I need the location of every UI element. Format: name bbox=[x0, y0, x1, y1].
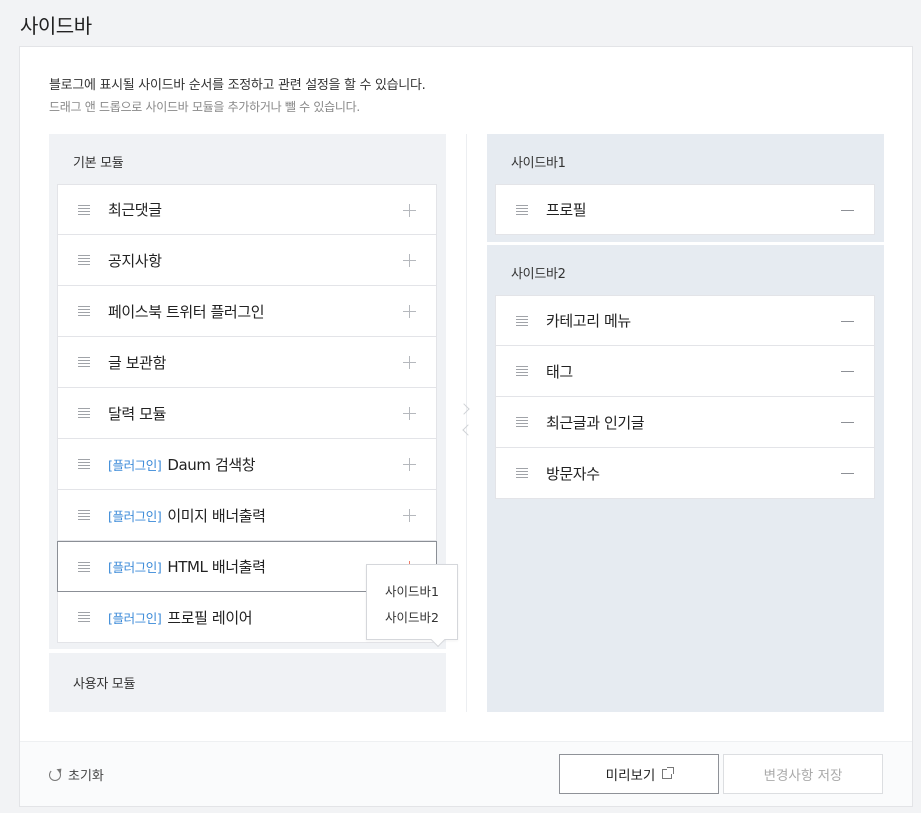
drag-handle-icon[interactable] bbox=[516, 417, 528, 427]
module-label: 방문자수 bbox=[546, 464, 600, 483]
plus-icon[interactable] bbox=[403, 458, 416, 471]
module-label: 프로필 bbox=[546, 201, 587, 219]
external-link-icon bbox=[662, 767, 675, 779]
module-label: [플러그인] HTML 배너출력 bbox=[108, 558, 266, 576]
popup-item-sidebar2[interactable]: 사이드바2 bbox=[385, 607, 439, 626]
basic-modules-title: 기본 모듈 bbox=[73, 156, 124, 171]
module-item-archive[interactable]: 글 보관함 bbox=[57, 337, 437, 388]
plus-icon[interactable] bbox=[403, 356, 416, 369]
sidebar1-list: 프로필 bbox=[495, 184, 875, 235]
drag-handle-icon[interactable] bbox=[516, 468, 528, 478]
sidebar-item-tags[interactable]: 태그 bbox=[495, 346, 875, 397]
page-title: 사이드바 bbox=[20, 14, 92, 38]
description: 블로그에 표시될 사이드바 순서를 조정하고 관련 설정을 할 수 있습니다. … bbox=[49, 74, 426, 115]
plugin-tag: [플러그인] bbox=[108, 457, 162, 473]
module-item-image-banner[interactable]: [플러그인] 이미지 배너출력 bbox=[57, 490, 437, 541]
drag-handle-icon[interactable] bbox=[78, 205, 90, 215]
preview-label: 미리보기 bbox=[605, 768, 656, 784]
plus-icon[interactable] bbox=[403, 407, 416, 420]
description-line-1: 블로그에 표시될 사이드바 순서를 조정하고 관련 설정을 할 수 있습니다. bbox=[49, 78, 426, 93]
module-label: [플러그인] 이미지 배너출력 bbox=[108, 506, 266, 525]
chevron-right-icon bbox=[458, 403, 470, 415]
module-label: 최근댓글 bbox=[108, 201, 162, 219]
user-modules-group[interactable]: 사용자 모듈 bbox=[49, 653, 446, 712]
refresh-icon bbox=[49, 768, 61, 781]
minus-icon[interactable] bbox=[841, 321, 854, 322]
sidebar2-title: 사이드바2 bbox=[511, 267, 566, 282]
sidebar-settings-card: 블로그에 표시될 사이드바 순서를 조정하고 관련 설정을 할 수 있습니다. … bbox=[19, 46, 913, 807]
module-label: 카테고리 메뉴 bbox=[546, 312, 631, 330]
plugin-tag: [플러그인] bbox=[108, 508, 162, 524]
minus-icon[interactable] bbox=[841, 422, 854, 423]
sidebar1-group: 사이드바1 프로필 bbox=[487, 134, 884, 242]
drag-handle-icon[interactable] bbox=[516, 366, 528, 376]
drag-handle-icon[interactable] bbox=[516, 316, 528, 326]
plugin-tag: [플러그인] bbox=[108, 610, 162, 626]
module-label: [플러그인] Daum 검색창 bbox=[108, 455, 256, 474]
sidebar1-title: 사이드바1 bbox=[511, 156, 566, 171]
description-line-2: 드래그 앤 드롭으로 사이드바 모듈을 추가하거나 뺄 수 있습니다. bbox=[49, 100, 360, 114]
user-modules-title: 사용자 모듈 bbox=[73, 677, 136, 692]
module-item-calendar[interactable]: 달력 모듈 bbox=[57, 388, 437, 439]
sidebar-item-recent-popular[interactable]: 최근글과 인기글 bbox=[495, 397, 875, 448]
add-to-sidebar-popup: 사이드바1 사이드바2 bbox=[366, 564, 458, 648]
drag-handle-icon[interactable] bbox=[78, 612, 90, 622]
popup-item-sidebar1[interactable]: 사이드바1 bbox=[385, 581, 439, 600]
plus-icon[interactable] bbox=[403, 254, 416, 267]
preview-button[interactable]: 미리보기 bbox=[559, 754, 719, 794]
module-label: 공지사항 bbox=[108, 251, 162, 270]
drag-handle-icon[interactable] bbox=[78, 306, 90, 316]
module-label: 태그 bbox=[546, 362, 573, 381]
available-modules-panel: 기본 모듈 최근댓글 공지사항 페이스북 트위터 플러그인 글 보관함 달력 모… bbox=[49, 134, 458, 712]
module-label: 최근글과 인기글 bbox=[546, 413, 645, 432]
reset-label: 초기화 bbox=[68, 769, 104, 784]
sidebar-item-category-menu[interactable]: 카테고리 메뉴 bbox=[495, 295, 875, 346]
drag-handle-icon[interactable] bbox=[78, 357, 90, 367]
chevron-left-icon bbox=[462, 424, 474, 436]
drag-handle-icon[interactable] bbox=[78, 408, 90, 418]
drag-handle-icon[interactable] bbox=[516, 205, 528, 215]
sidebar2-list: 카테고리 메뉴 태그 최근글과 인기글 방문자수 bbox=[495, 295, 875, 499]
sidebars-panel: 사이드바1 프로필 사이드바2 카테고리 메뉴 태그 최근글과 인기글 방문자수 bbox=[487, 134, 884, 712]
plugin-tag: [플러그인] bbox=[108, 560, 162, 575]
footer-bar: 초기화 미리보기 변경사항 저장 bbox=[20, 741, 912, 806]
save-label: 변경사항 저장 bbox=[763, 768, 843, 784]
module-item-notice[interactable]: 공지사항 bbox=[57, 235, 437, 286]
module-item-recent-comments[interactable]: 최근댓글 bbox=[57, 184, 437, 235]
sidebar-item-visitors[interactable]: 방문자수 bbox=[495, 448, 875, 499]
save-changes-button[interactable]: 변경사항 저장 bbox=[723, 754, 883, 794]
module-label: 달력 모듈 bbox=[108, 404, 166, 423]
module-item-facebook-twitter-plugin[interactable]: 페이스북 트위터 플러그인 bbox=[57, 286, 437, 337]
minus-icon[interactable] bbox=[841, 371, 854, 372]
drag-handle-icon[interactable] bbox=[78, 562, 90, 572]
minus-icon[interactable] bbox=[841, 210, 854, 211]
drag-handle-icon[interactable] bbox=[78, 255, 90, 265]
drag-handle-icon[interactable] bbox=[78, 510, 90, 520]
module-item-daum-search[interactable]: [플러그인] Daum 검색창 bbox=[57, 439, 437, 490]
module-label: 페이스북 트위터 플러그인 bbox=[108, 302, 265, 321]
plus-icon[interactable] bbox=[403, 509, 416, 522]
module-label: 글 보관함 bbox=[108, 353, 166, 372]
panel-divider bbox=[466, 134, 467, 712]
reset-button[interactable]: 초기화 bbox=[49, 765, 104, 784]
sidebar2-group: 사이드바2 카테고리 메뉴 태그 최근글과 인기글 방문자수 bbox=[487, 245, 884, 712]
minus-icon[interactable] bbox=[841, 473, 854, 474]
plus-icon[interactable] bbox=[403, 305, 416, 318]
drag-handle-icon[interactable] bbox=[78, 459, 90, 469]
plus-icon[interactable] bbox=[403, 204, 416, 217]
sidebar-item-profile[interactable]: 프로필 bbox=[495, 184, 875, 235]
module-label: [플러그인] 프로필 레이어 bbox=[108, 608, 253, 627]
